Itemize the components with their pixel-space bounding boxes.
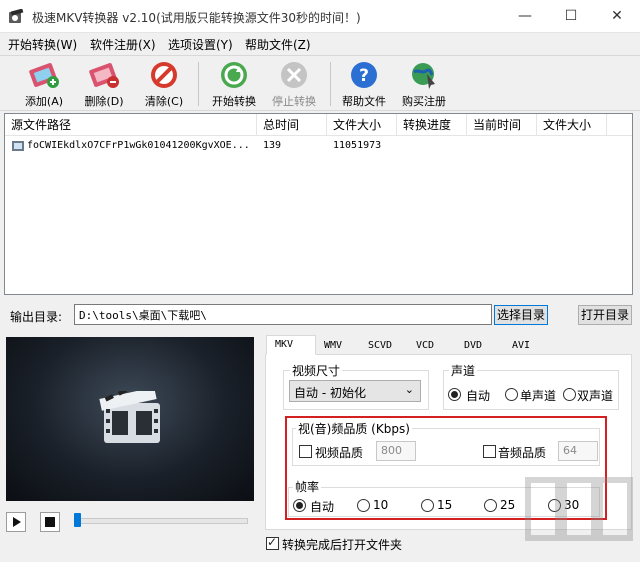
clear-label: 清除(C) [144, 95, 184, 108]
output-dir-label: 输出目录: [10, 310, 63, 324]
stop-convert-button[interactable]: 停止转换 [264, 58, 324, 110]
seek-slider-thumb[interactable] [74, 513, 81, 527]
tab-dvd[interactable]: DVD [456, 337, 504, 355]
globe-register-icon [412, 63, 435, 89]
clear-icon [151, 62, 177, 88]
seek-slider-track[interactable] [76, 518, 248, 524]
delete-film-icon [89, 63, 119, 88]
add-label: 添加(A) [24, 95, 64, 108]
stop-button[interactable] [40, 512, 60, 532]
channel-auto-label: 自动 [466, 389, 491, 403]
channel-stereo-radio[interactable] [563, 388, 576, 401]
column-current-time[interactable]: 当前时间 [467, 114, 537, 136]
row-source-path: foCWIEkdlxO7CFrP1wGk01041200KgvXOE... [27, 140, 250, 151]
tab-wmv[interactable]: WMV [316, 337, 360, 355]
svg-text:?: ? [359, 66, 369, 86]
watermark-logo [525, 477, 633, 541]
add-film-icon [29, 63, 59, 88]
play-button[interactable] [6, 512, 26, 532]
play-icon [13, 517, 21, 527]
channel-mono-label: 单声道 [520, 389, 557, 403]
maximize-button[interactable]: ☐ [548, 0, 594, 33]
close-button[interactable]: ✕ [594, 0, 640, 33]
menu-register[interactable]: 软件注册(X) [90, 36, 156, 53]
row-progress [397, 137, 467, 155]
minimize-button[interactable]: — [502, 0, 548, 33]
video-size-select[interactable]: 自动 - 初始化 ⌄ [289, 380, 421, 402]
chevron-down-icon: ⌄ [404, 383, 414, 396]
toolbar-separator [330, 62, 331, 106]
channel-label: 声道 [449, 362, 478, 379]
window-title: 极速MKV转换器 v2.10(试用版只能转换源文件30秒的时间！) [32, 11, 361, 25]
open-after-convert-checkbox[interactable] [266, 535, 279, 550]
menu-options[interactable]: 选项设置(Y) [168, 36, 233, 53]
help-icon: ? [351, 62, 377, 88]
video-preview [6, 337, 254, 501]
buy-register-button[interactable]: 购买注册 [394, 58, 454, 110]
row-file-size: 11051973 [333, 140, 382, 151]
column-total-time[interactable]: 总时间 [257, 114, 327, 136]
app-icon [9, 9, 24, 23]
help-label: 帮助文件 [342, 95, 386, 108]
clear-button[interactable]: 清除(C) [134, 58, 194, 110]
buy-register-label: 购买注册 [402, 95, 446, 108]
tab-vcd[interactable]: VCD [408, 337, 456, 355]
row-current-time [467, 137, 537, 155]
row-output-size [537, 137, 607, 155]
toolbar: 添加(A) 删除(D) 清除(C) 开始转换 停止转换 ? 帮助文件 购买注册 [0, 55, 640, 111]
stop-convert-icon [281, 62, 307, 88]
open-after-convert-label: 转换完成后打开文件夹 [282, 538, 403, 552]
file-list[interactable]: 源文件路径 总时间 文件大小 转换进度 当前时间 文件大小 foCWIEkdlx… [4, 113, 633, 295]
column-progress[interactable]: 转换进度 [397, 114, 467, 136]
row-total-time: 139 [263, 140, 282, 151]
toolbar-separator [198, 62, 199, 106]
help-button[interactable]: ? 帮助文件 [334, 58, 394, 110]
tab-scvd[interactable]: SCVD [360, 337, 408, 355]
channel-stereo-label: 双声道 [577, 389, 614, 403]
delete-button[interactable]: 删除(D) [74, 58, 134, 110]
video-size-label: 视频尺寸 [290, 362, 343, 379]
choose-dir-button[interactable]: 选择目录 [494, 305, 548, 325]
output-dir-input[interactable]: D:\tools\桌面\下载吧\ [74, 304, 492, 325]
column-source-path[interactable]: 源文件路径 [5, 114, 257, 136]
menu-help[interactable]: 帮助文件(Z) [245, 36, 311, 53]
menu-bar: 开始转换(W) 软件注册(X) 选项设置(Y) 帮助文件(Z) [0, 33, 640, 55]
stop-convert-label: 停止转换 [272, 95, 316, 108]
column-file-size[interactable]: 文件大小 [327, 114, 397, 136]
add-button[interactable]: 添加(A) [14, 58, 74, 110]
tab-mkv[interactable]: MKV [266, 335, 316, 355]
delete-label: 删除(D) [84, 95, 124, 108]
start-convert-button[interactable]: 开始转换 [204, 58, 264, 110]
open-dir-button[interactable]: 打开目录 [578, 305, 632, 325]
tab-avi[interactable]: AVI [504, 337, 552, 355]
channel-mono-radio[interactable] [505, 388, 518, 401]
start-convert-label: 开始转换 [212, 95, 256, 108]
title-bar: 极速MKV转换器 v2.10(试用版只能转换源文件30秒的时间！) — ☐ ✕ [0, 0, 640, 33]
column-output-size[interactable]: 文件大小 [537, 114, 607, 136]
menu-start-convert[interactable]: 开始转换(W) [8, 36, 77, 53]
file-list-header: 源文件路径 总时间 文件大小 转换进度 当前时间 文件大小 [5, 114, 632, 136]
video-size-value: 自动 - 初始化 [294, 386, 366, 400]
table-row[interactable]: foCWIEkdlxO7CFrP1wGk01041200KgvXOE... 13… [5, 137, 632, 155]
film-reel-icon [99, 391, 160, 443]
start-convert-icon [221, 62, 247, 88]
channel-auto-radio[interactable] [448, 388, 461, 401]
stop-icon [45, 517, 55, 527]
